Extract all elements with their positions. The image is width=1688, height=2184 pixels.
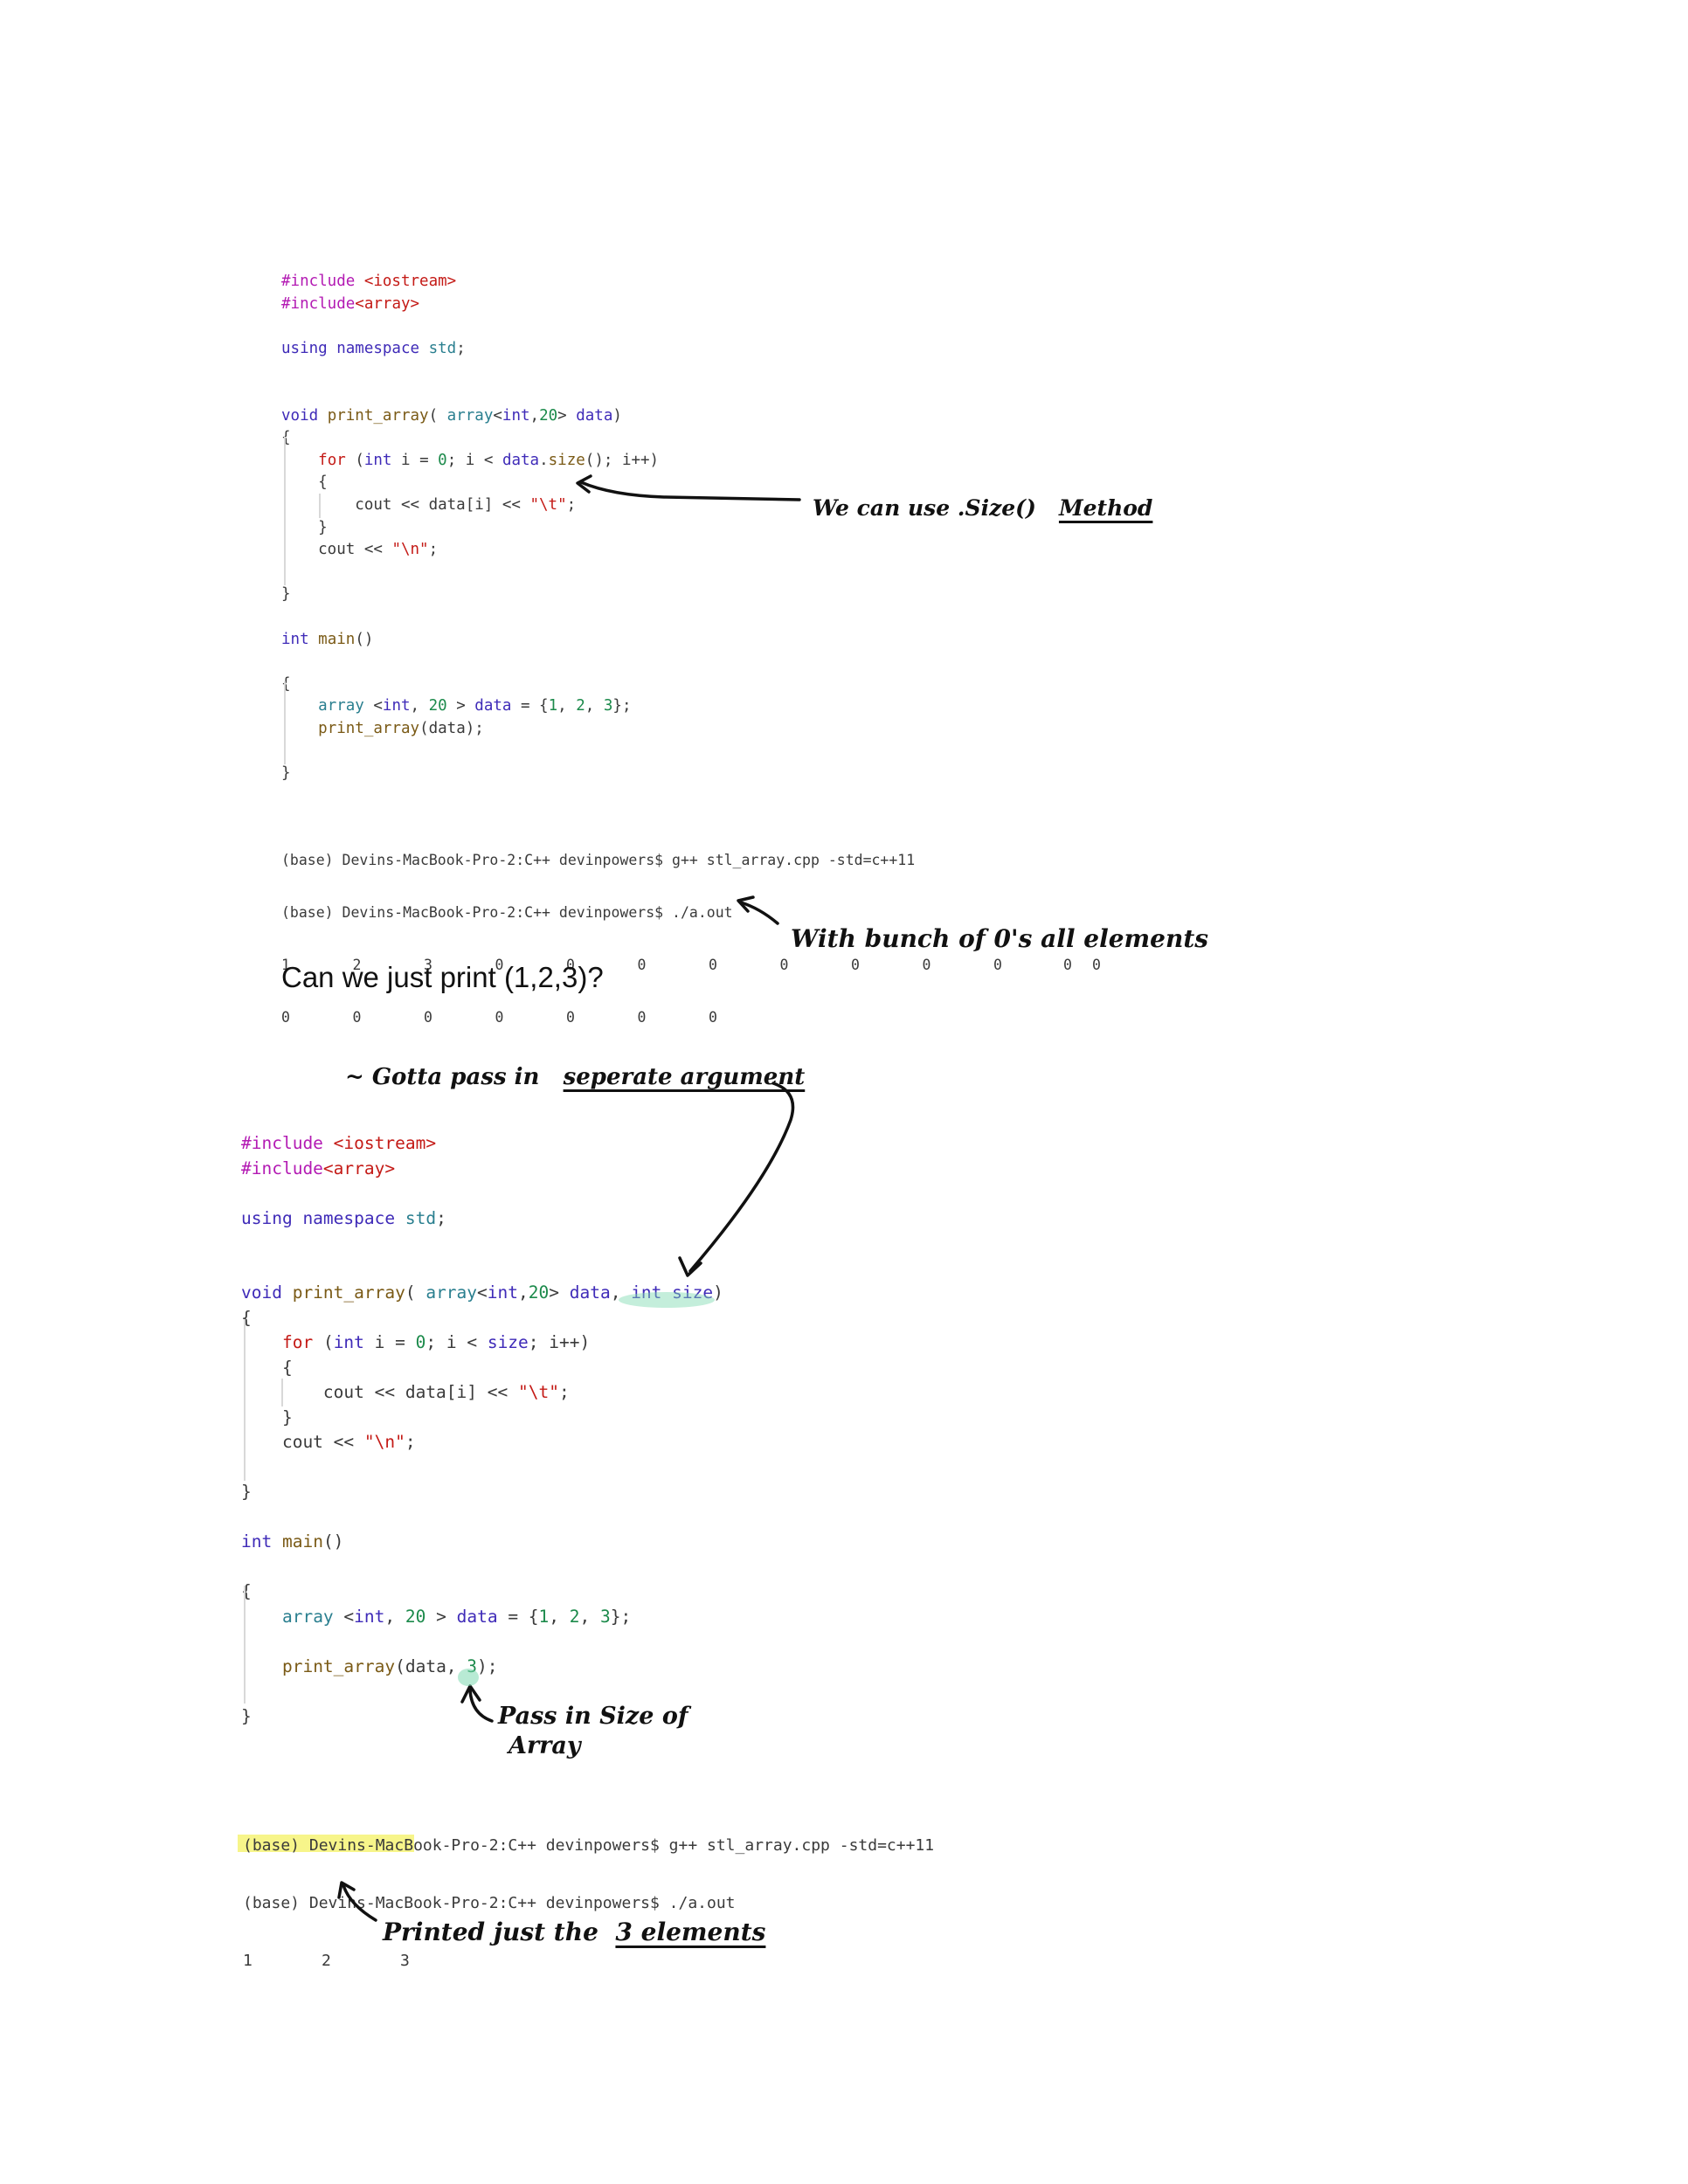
arrow-size-method [579,480,801,501]
bracket-separate-argument [688,1082,795,1273]
size-param-highlight [619,1292,715,1308]
arrow-printed [342,1883,377,1922]
arrow-pass-size [468,1689,494,1723]
arrow-zeros [739,901,779,925]
size-arg-highlight [458,1669,479,1686]
annotation-layer [337,474,801,1922]
